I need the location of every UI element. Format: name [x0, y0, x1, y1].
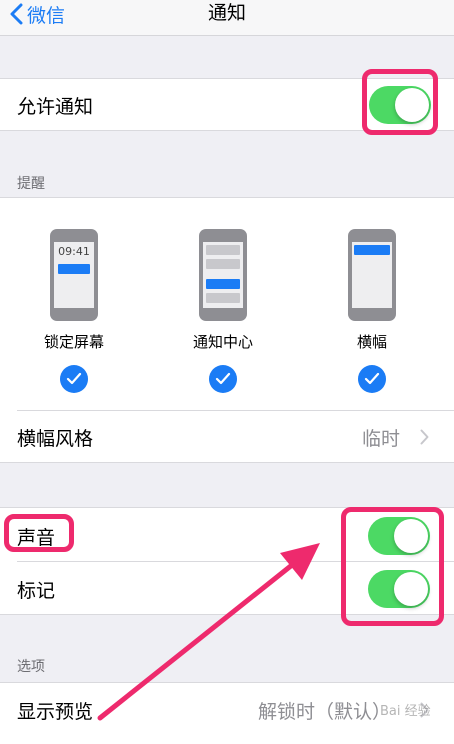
banners-check[interactable]: [358, 365, 386, 393]
navigation-bar: 微信 通知: [0, 0, 454, 36]
switch-knob: [394, 572, 428, 606]
alerts-group: 09:41 锁定屏幕 通知中心 横幅 横幅风格 临时: [0, 197, 454, 463]
lock-screen-check[interactable]: [60, 365, 88, 393]
alerts-section-header: 提醒: [17, 176, 45, 192]
preview-time: 09:41: [58, 245, 90, 258]
alert-style-label: 横幅: [356, 333, 387, 351]
notification-center-check[interactable]: [209, 365, 237, 393]
chevron-right-icon: [420, 429, 429, 445]
show-previews-value: 解锁时（默认）: [258, 701, 392, 723]
allow-notifications-row: 允许通知: [0, 78, 454, 131]
allow-notifications-label: 允许通知: [17, 96, 94, 118]
divider: [17, 561, 454, 562]
sound-switch[interactable]: [368, 517, 430, 555]
lock-screen-preview-icon: 09:41: [50, 229, 98, 321]
checkmark-icon: [66, 372, 82, 385]
page-title: 通知: [207, 2, 246, 24]
notification-center-preview-icon: [199, 229, 247, 321]
options-section-header: 选项: [17, 659, 45, 675]
badge-switch[interactable]: [368, 570, 430, 608]
watermark-logo: Bai 经验: [380, 704, 431, 719]
banner-style-label: 横幅风格: [17, 428, 94, 450]
banner-style-value: 临时: [362, 428, 401, 450]
show-previews-label: 显示预览: [17, 701, 94, 723]
sound-label: 声音: [17, 527, 56, 549]
checkmark-icon: [364, 372, 380, 385]
switch-knob: [394, 519, 428, 553]
switch-knob: [395, 88, 429, 122]
allow-notifications-switch[interactable]: [369, 86, 431, 124]
alert-style-label: 锁定屏幕: [43, 333, 104, 351]
badge-label: 标记: [17, 580, 56, 602]
alert-style-label: 通知中心: [192, 333, 253, 351]
banner-style-row[interactable]: 横幅风格 临时: [0, 411, 454, 463]
sound-badge-group: 声音 标记: [0, 507, 454, 615]
banners-preview-icon: [348, 229, 396, 321]
checkmark-icon: [215, 372, 231, 385]
